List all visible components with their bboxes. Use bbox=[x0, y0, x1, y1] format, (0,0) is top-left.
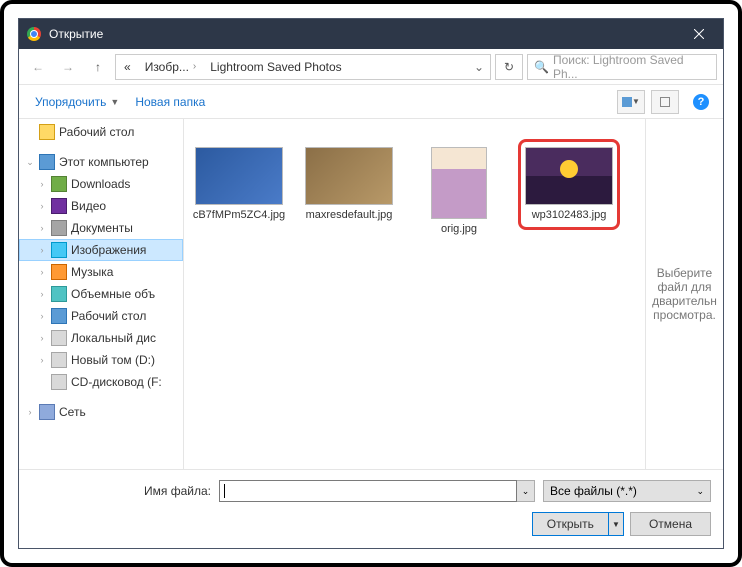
help-icon: ? bbox=[693, 94, 709, 110]
open-dropdown[interactable]: ▼ bbox=[609, 520, 623, 529]
preview-pane-icon bbox=[660, 97, 670, 107]
file-name: cB7fMPm5ZC4.jpg bbox=[193, 209, 285, 222]
filename-dropdown[interactable]: ⌄ bbox=[517, 480, 535, 502]
dialog-body: Рабочий стол ⌄Этот компьютер ›Downloads … bbox=[19, 119, 723, 469]
files-grid[interactable]: cB7fMPm5ZC4.jpg maxresdefault.jpg orig.j… bbox=[184, 119, 645, 469]
tree-images[interactable]: ›Изображения bbox=[19, 239, 183, 261]
titlebar: Открытие bbox=[19, 19, 723, 49]
chevron-down-icon: ⌄ bbox=[696, 486, 704, 497]
tree-local-disk[interactable]: ›Локальный дис bbox=[19, 327, 183, 349]
open-button[interactable]: Открыть ▼ bbox=[532, 512, 624, 536]
file-item-highlighted[interactable]: wp3102483.jpg bbox=[518, 139, 620, 230]
file-thumbnail bbox=[305, 147, 393, 205]
preview-pane-button[interactable] bbox=[651, 90, 679, 114]
tree-downloads[interactable]: ›Downloads bbox=[19, 173, 183, 195]
search-placeholder: Поиск: Lightroom Saved Ph... bbox=[553, 53, 710, 81]
tree-new-volume[interactable]: ›Новый том (D:) bbox=[19, 349, 183, 371]
file-name: wp3102483.jpg bbox=[532, 209, 607, 222]
file-item[interactable]: cB7fMPm5ZC4.jpg bbox=[188, 139, 290, 230]
up-button[interactable]: ↑ bbox=[85, 54, 111, 80]
tree-music[interactable]: ›Музыка bbox=[19, 261, 183, 283]
chevron-right-icon: › bbox=[193, 61, 196, 72]
thumbnails-icon bbox=[622, 97, 632, 107]
footer: Имя файла: ⌄ Все файлы (*.*)⌄ Открыть ▼ … bbox=[19, 469, 723, 548]
refresh-button[interactable]: ↻ bbox=[495, 54, 523, 80]
tree-videos[interactable]: ›Видео bbox=[19, 195, 183, 217]
close-icon bbox=[694, 29, 704, 39]
back-button[interactable]: ← bbox=[25, 54, 51, 80]
file-thumbnail bbox=[431, 147, 487, 219]
files-area: cB7fMPm5ZC4.jpg maxresdefault.jpg orig.j… bbox=[184, 119, 723, 469]
tree-cd-drive[interactable]: CD-дисковод (F: bbox=[19, 371, 183, 393]
search-input[interactable]: 🔍 Поиск: Lightroom Saved Ph... bbox=[527, 54, 717, 80]
file-item[interactable]: maxresdefault.jpg bbox=[298, 139, 400, 230]
file-name: maxresdefault.jpg bbox=[306, 209, 393, 222]
chrome-icon bbox=[27, 27, 41, 41]
navbar: ← → ↑ « Изобр...› Lightroom Saved Photos… bbox=[19, 49, 723, 85]
tree-desktop2[interactable]: ›Рабочий стол bbox=[19, 305, 183, 327]
filename-input[interactable] bbox=[219, 480, 517, 502]
nav-tree: Рабочий стол ⌄Этот компьютер ›Downloads … bbox=[19, 119, 184, 469]
close-button[interactable] bbox=[677, 19, 721, 49]
new-folder-button[interactable]: Новая папка bbox=[129, 91, 211, 113]
tree-desktop[interactable]: Рабочий стол bbox=[19, 121, 183, 143]
toolbar: Упорядочить▼ Новая папка ▼ ? bbox=[19, 85, 723, 119]
file-name: orig.jpg bbox=[441, 223, 477, 236]
double-chevron-left-icon: « bbox=[124, 60, 131, 74]
search-icon: 🔍 bbox=[534, 60, 549, 74]
chevron-down-icon: ▼ bbox=[110, 97, 119, 107]
window-title: Открытие bbox=[49, 27, 677, 41]
organize-button[interactable]: Упорядочить▼ bbox=[29, 91, 125, 113]
breadcrumb-seg1[interactable]: Изобр...› bbox=[139, 58, 203, 76]
file-item[interactable]: orig.jpg bbox=[408, 139, 510, 244]
filename-label: Имя файла: bbox=[31, 484, 211, 498]
path-bar[interactable]: « Изобр...› Lightroom Saved Photos ⌄ bbox=[115, 54, 491, 80]
forward-button: → bbox=[55, 54, 81, 80]
cancel-button[interactable]: Отмена bbox=[630, 512, 711, 536]
open-file-dialog: Открытие ← → ↑ « Изобр...› Lightroom Sav… bbox=[18, 18, 724, 549]
file-thumbnail bbox=[525, 147, 613, 205]
view-mode-button[interactable]: ▼ bbox=[617, 90, 645, 114]
help-button[interactable]: ? bbox=[689, 90, 713, 114]
path-dropdown[interactable]: ⌄ bbox=[470, 60, 488, 74]
breadcrumb-seg2[interactable]: Lightroom Saved Photos bbox=[204, 58, 347, 76]
tree-3d-objects[interactable]: ›Объемные объ bbox=[19, 283, 183, 305]
filetype-filter[interactable]: Все файлы (*.*)⌄ bbox=[543, 480, 711, 502]
tree-network[interactable]: ›Сеть bbox=[19, 401, 183, 423]
preview-hint: Выберите файл для дварительн просмотра. bbox=[652, 266, 717, 322]
tree-this-pc[interactable]: ⌄Этот компьютер bbox=[19, 151, 183, 173]
file-thumbnail bbox=[195, 147, 283, 205]
preview-pane: Выберите файл для дварительн просмотра. bbox=[645, 119, 723, 469]
tree-documents[interactable]: ›Документы bbox=[19, 217, 183, 239]
